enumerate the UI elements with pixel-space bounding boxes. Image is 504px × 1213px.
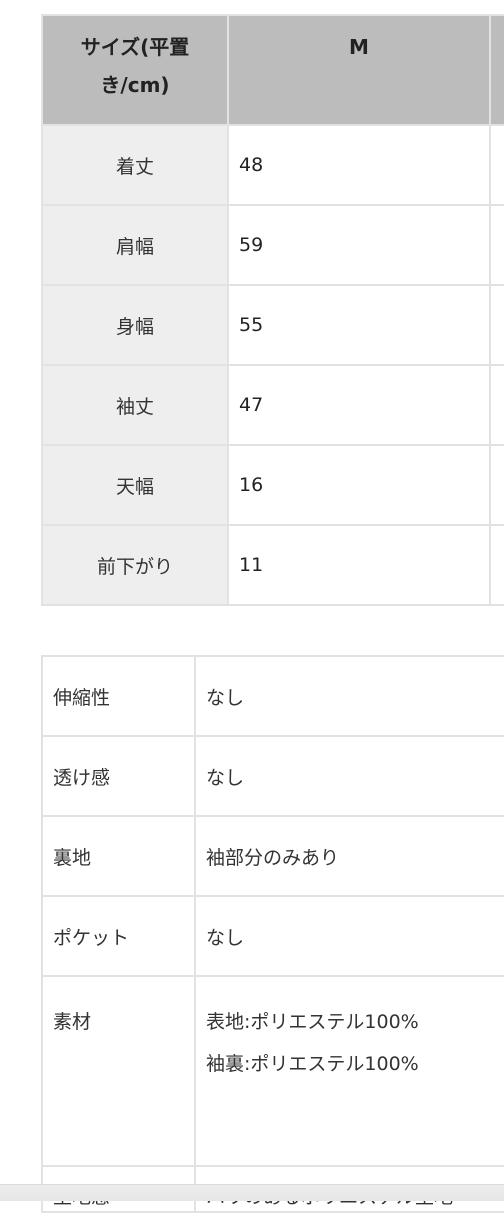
size-row-next	[489, 444, 504, 526]
spec-label: 素材	[41, 975, 196, 1167]
size-header-label: サイズ(平置 き/cm)	[41, 14, 229, 126]
table-row: 裏地 袖部分のみあり	[41, 815, 504, 897]
table-row: 天幅 16	[41, 444, 504, 526]
size-row-label: 身幅	[41, 284, 229, 366]
size-row-value: 47	[227, 364, 491, 446]
table-row: 前下がり 11	[41, 524, 504, 606]
spec-table: 伸縮性 なし 透け感 なし 裏地 袖部分のみあり ポケット なし 素材 表地:ポ…	[41, 655, 504, 1213]
size-row-value: 48	[227, 124, 491, 206]
table-row: 透け感 なし	[41, 735, 504, 817]
spec-value: なし	[194, 735, 504, 817]
spec-value: なし	[194, 895, 504, 977]
material-line-sleeve-lining: 袖裏:ポリエステル100%	[206, 1053, 419, 1075]
size-row-next	[489, 124, 504, 206]
size-row-next	[489, 284, 504, 366]
spec-value: なし	[194, 655, 504, 737]
spec-value: 表地:ポリエステル100% 袖裏:ポリエステル100%	[194, 975, 504, 1167]
size-row-label: 天幅	[41, 444, 229, 526]
size-row-label: 前下がり	[41, 524, 229, 606]
spec-label: ポケット	[41, 895, 196, 977]
size-row-value: 16	[227, 444, 491, 526]
size-row-next	[489, 524, 504, 606]
size-header-next	[489, 14, 504, 126]
size-table-header-row: サイズ(平置 き/cm) M	[41, 14, 504, 126]
table-row: 肩幅 59	[41, 204, 504, 286]
spec-label: 裏地	[41, 815, 196, 897]
size-row-value: 55	[227, 284, 491, 366]
size-row-label: 袖丈	[41, 364, 229, 446]
bottom-bar	[0, 1184, 504, 1201]
spec-label: 伸縮性	[41, 655, 196, 737]
table-row: 身幅 55	[41, 284, 504, 366]
size-header-label-line1: サイズ(平置	[80, 35, 190, 59]
table-row: 着丈 48	[41, 124, 504, 206]
table-row: 素材 表地:ポリエステル100% 袖裏:ポリエステル100%	[41, 975, 504, 1167]
size-table: サイズ(平置 き/cm) M 着丈 48 肩幅 59 身幅 55 袖丈 47 天…	[41, 14, 504, 606]
size-row-value: 59	[227, 204, 491, 286]
size-row-value: 11	[227, 524, 491, 606]
spec-value: 袖部分のみあり	[194, 815, 504, 897]
table-row: ポケット なし	[41, 895, 504, 977]
size-header-label-line2: き/cm)	[100, 73, 170, 97]
spec-label: 透け感	[41, 735, 196, 817]
table-row: 袖丈 47	[41, 364, 504, 446]
size-header-m: M	[227, 14, 491, 126]
size-row-label: 肩幅	[41, 204, 229, 286]
size-row-next	[489, 364, 504, 446]
size-row-label: 着丈	[41, 124, 229, 206]
table-row: 伸縮性 なし	[41, 655, 504, 737]
size-row-next	[489, 204, 504, 286]
